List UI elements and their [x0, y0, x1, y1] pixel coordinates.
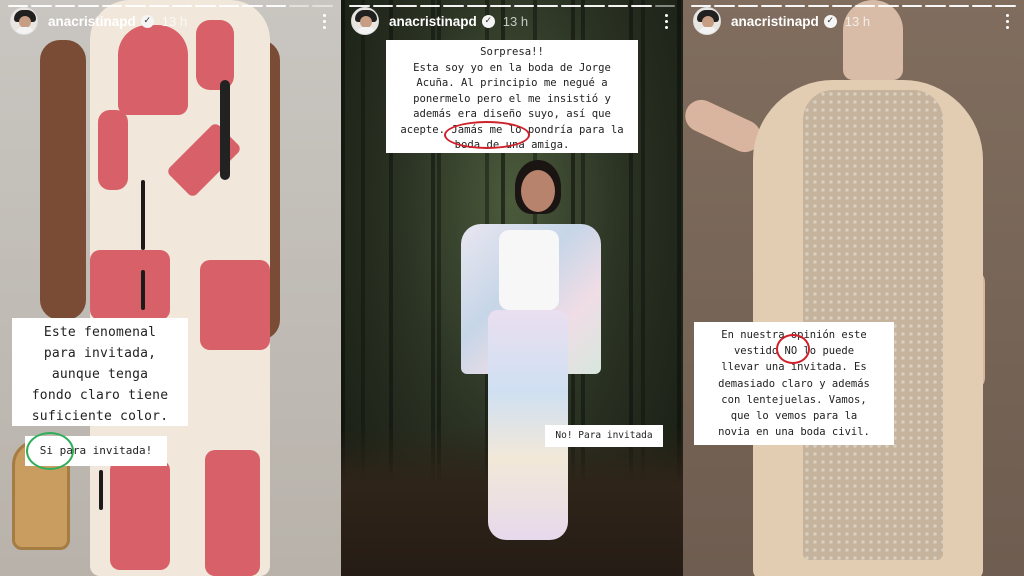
- highlight-circle: [776, 334, 810, 364]
- story-header: anacristinapd ✓ 13 h: [10, 6, 331, 36]
- verified-badge-icon: ✓: [823, 14, 837, 28]
- story-panel-3[interactable]: anacristinapd ✓ 13 h En nuestra opinión …: [683, 0, 1024, 576]
- avatar[interactable]: [10, 7, 38, 35]
- avatar[interactable]: [693, 7, 721, 35]
- post-time: 13 h: [502, 13, 529, 29]
- verified-badge-icon: ✓: [140, 14, 154, 28]
- more-vertical-icon[interactable]: [659, 12, 673, 30]
- highlight-circle: [26, 432, 74, 470]
- story-header: anacristinapd ✓ 13 h: [351, 6, 673, 36]
- avatar[interactable]: [351, 7, 379, 35]
- highlight-circle: [444, 121, 530, 149]
- more-vertical-icon[interactable]: [1000, 12, 1014, 30]
- story-panel-1[interactable]: anacristinapd ✓ 13 h Este fenomenal para…: [0, 0, 341, 576]
- story-header: anacristinapd ✓ 13 h: [693, 6, 1014, 36]
- username[interactable]: anacristinapd: [48, 14, 136, 29]
- caption-box: Este fenomenal para invitada, aunque ten…: [12, 318, 188, 426]
- story-panel-2[interactable]: anacristinapd ✓ 13 h Sorpresa!! Esta soy…: [341, 0, 683, 576]
- verified-badge-icon: ✓: [481, 14, 495, 28]
- post-time: 13 h: [844, 13, 871, 29]
- username[interactable]: anacristinapd: [731, 14, 819, 29]
- more-vertical-icon[interactable]: [317, 12, 331, 30]
- tag-label: No! Para invitada: [545, 425, 663, 447]
- username[interactable]: anacristinapd: [389, 14, 477, 29]
- post-time: 13 h: [161, 13, 188, 29]
